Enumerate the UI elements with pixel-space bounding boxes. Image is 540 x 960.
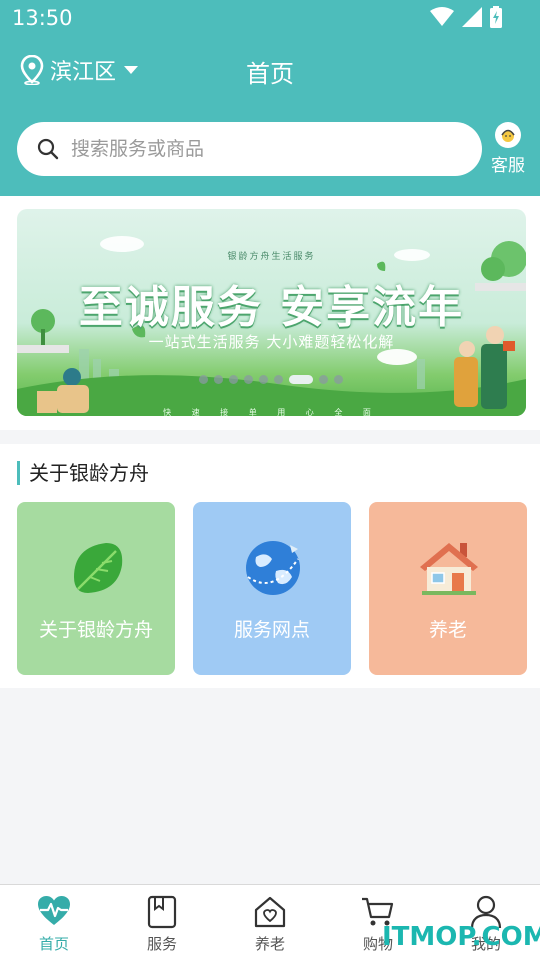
search-bar[interactable] (17, 122, 482, 176)
carousel-dot[interactable] (199, 375, 208, 384)
location-selector[interactable]: 滨江区 (20, 54, 139, 86)
carousel-dot[interactable] (334, 375, 343, 384)
carousel-dot[interactable] (214, 375, 223, 384)
tab-label: 养老 (254, 935, 285, 953)
about-section: 关于银龄方舟 关于银龄方舟 服务网点 养老 (0, 444, 540, 688)
banner-slogan: 一站式生活服务 大小难题轻松化解 (148, 333, 395, 351)
support-agent-icon (501, 129, 515, 142)
home-heart-icon (254, 896, 286, 928)
customer-service-avatar (495, 122, 521, 148)
carousel-dot-active[interactable] (289, 375, 313, 384)
tab-service[interactable]: 服务 (108, 885, 216, 960)
carousel-dot[interactable] (229, 375, 238, 384)
heartbeat-icon (38, 896, 70, 925)
carousel-dot[interactable] (244, 375, 253, 384)
carousel-dot[interactable] (319, 375, 328, 384)
status-bar: 13:50 (0, 0, 540, 36)
tab-label: 服务 (146, 935, 177, 953)
location-pin-icon (20, 55, 44, 85)
tab-home[interactable]: 首页 (0, 885, 108, 960)
tab-label: 首页 (38, 935, 69, 953)
about-cards: 关于银龄方舟 服务网点 养老 (17, 502, 527, 675)
header: 13:50 滨江区 首页 客服 (0, 0, 540, 196)
service-outlets-label: 服务网点 (233, 619, 310, 641)
wifi-icon (430, 7, 454, 26)
status-icons (430, 6, 502, 28)
elderly-care-card[interactable]: 养老 (369, 502, 527, 675)
battery-icon (490, 6, 502, 28)
search-icon (37, 138, 59, 160)
watermark: ITMOP.COM (382, 922, 540, 952)
globe-icon (246, 541, 300, 595)
chevron-down-icon (124, 66, 139, 74)
customer-service-button[interactable]: 客服 (488, 122, 528, 176)
section-title: 关于银龄方舟 (17, 461, 149, 485)
banner-subtitle: 银龄方舟生活服务 (227, 252, 316, 262)
signal-icon (462, 7, 482, 27)
service-outlets-card[interactable]: 服务网点 (193, 502, 351, 675)
bookmark-icon (147, 895, 177, 929)
promo-banner[interactable]: 银龄方舟生活服务 至诚服务 安享流年 一站式生活服务 大小难题轻松化解 快 速 … (17, 209, 526, 416)
carousel-dot[interactable] (259, 375, 268, 384)
banner-title: 至诚服务 安享流年 (78, 282, 465, 333)
elderly-care-label: 养老 (428, 619, 467, 641)
customer-service-label: 客服 (491, 156, 525, 176)
carousel-dot[interactable] (274, 375, 283, 384)
leaf-icon (74, 543, 123, 593)
banner-section: 银龄方舟生活服务 至诚服务 安享流年 一站式生活服务 大小难题轻松化解 快 速 … (0, 196, 540, 430)
status-time: 13:50 (12, 6, 73, 30)
location-label: 滨江区 (50, 60, 117, 85)
search-input[interactable] (71, 138, 451, 160)
about-card-label: 关于银龄方舟 (38, 619, 153, 641)
tab-elderly-care[interactable]: 养老 (216, 885, 324, 960)
house-icon (420, 543, 478, 595)
carousel-indicator (199, 375, 343, 384)
banner-footer-text: 快 速 接 单 用 心 全 面 (163, 408, 380, 416)
about-card[interactable]: 关于银龄方舟 (17, 502, 175, 675)
